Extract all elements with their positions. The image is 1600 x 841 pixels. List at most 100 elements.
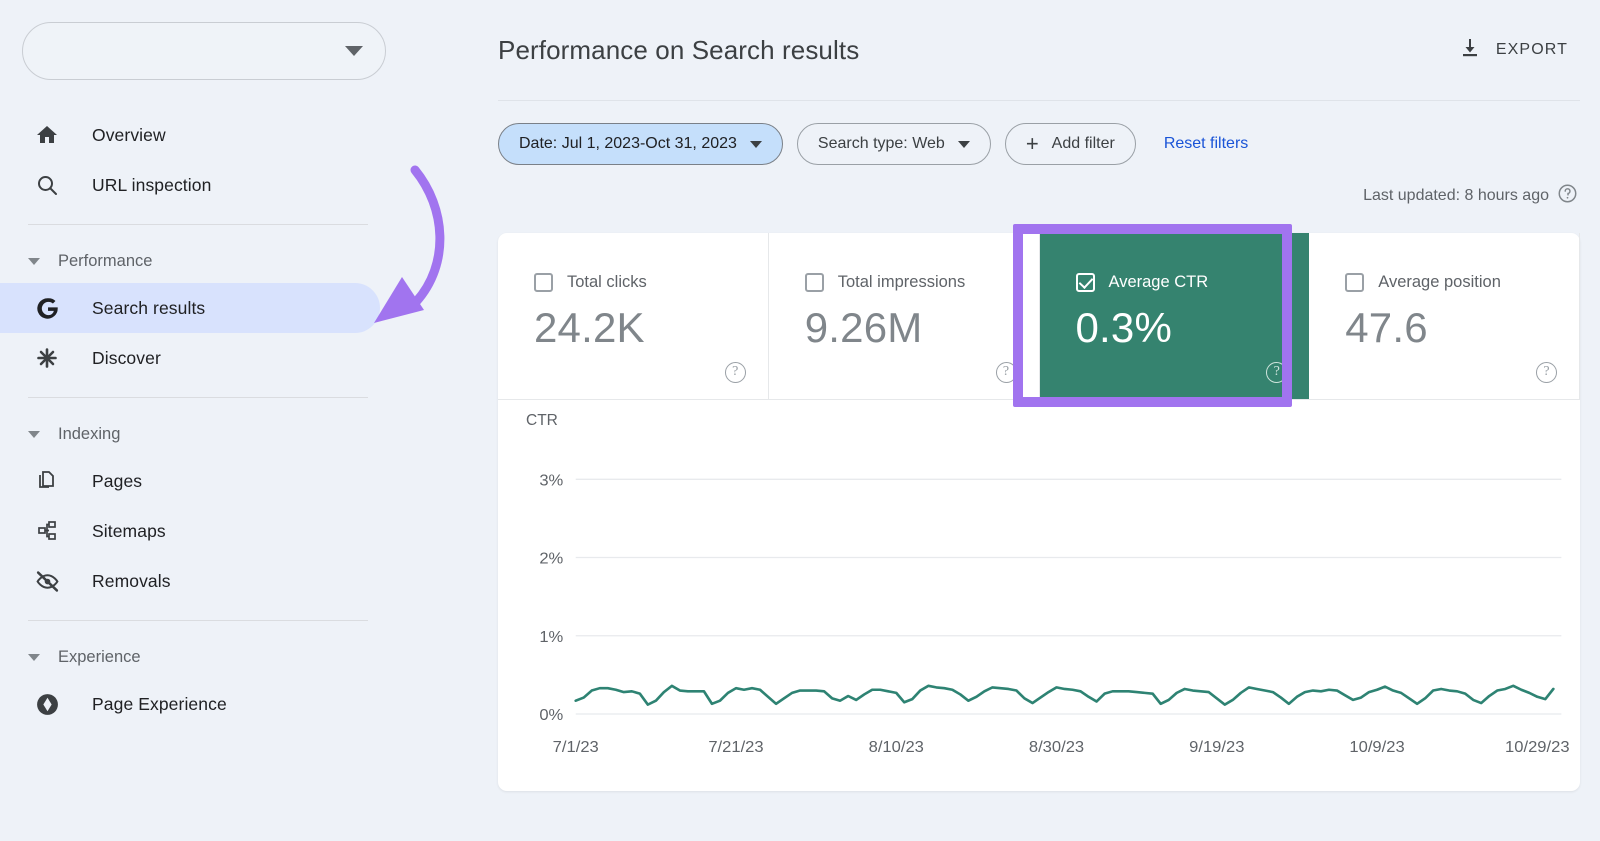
home-icon [34,122,60,148]
chart-y-tick-label: 0% [539,706,563,724]
help-icon[interactable]: ? [1536,362,1557,383]
chart-y-tick-label: 3% [539,472,563,490]
search-type-filter-chip[interactable]: Search type: Web [796,123,991,165]
sidebar-group-performance[interactable]: Performance [0,239,478,283]
main-header: Performance on Search results EXPORT [478,0,1600,100]
chart-x-tick-label: 10/29/23 [1505,738,1570,756]
metric-card-total-impressions[interactable]: Total impressions 9.26M ? [769,233,1040,399]
search-console-app: Overview URL inspection Performance Sear… [0,0,1600,841]
sidebar-item-search-results-label: Search results [92,297,206,318]
sidebar-item-sitemaps-label: Sitemaps [92,520,166,541]
property-selector[interactable] [22,22,386,80]
sidebar-item-pages[interactable]: Pages [0,456,380,506]
sidebar-item-overview-label: Overview [92,124,166,145]
sidebar-divider-1 [28,224,368,225]
chart-x-tick-label: 7/21/23 [708,738,763,756]
chart-x-tick-label: 9/19/23 [1189,738,1244,756]
total-impressions-checkbox[interactable] [804,273,824,292]
download-icon [1458,36,1482,65]
sidebar-item-removals[interactable]: Removals [0,556,380,606]
sidebar-group-experience[interactable]: Experience [0,635,478,679]
sidebar-group-indexing[interactable]: Indexing [0,412,478,456]
pages-icon [34,468,60,494]
sidebar-item-removals-label: Removals [92,570,171,591]
chart-y-axis-title: CTR [526,412,558,429]
help-icon[interactable]: ? [724,362,746,383]
help-icon[interactable] [1557,183,1578,209]
performance-data-card: Total clicks 24.2K ? Total impressions 9… [498,224,1580,792]
sidebar-item-overview[interactable]: Overview [0,110,380,160]
sidebar: Overview URL inspection Performance Sear… [0,0,478,841]
chevron-down-icon [345,46,363,56]
sidebar-item-discover[interactable]: Discover [0,333,380,383]
metric-head: Total clicks [534,273,768,292]
reset-filters-link[interactable]: Reset filters [1164,135,1248,153]
export-button[interactable]: EXPORT [1448,30,1578,71]
sidebar-item-pages-label: Pages [92,470,143,491]
chart-x-tick-label: 7/1/23 [553,738,599,756]
export-button-label: EXPORT [1495,41,1568,58]
metric-card-average-ctr-value: 0.3% [1075,304,1173,351]
last-updated-row: Last updated: 8 hours ago [478,165,1600,209]
sitemap-icon [34,518,60,544]
page-experience-icon [34,691,60,717]
chart-x-tick-label: 8/10/23 [869,738,924,756]
chart-canvas: 0% 1% 2% 3% 7/1/23 7/21/23 8/10/23 8/30/23 9/19/… [539,472,1570,756]
metric-card-average-ctr[interactable]: Average CTR 0.3% ? [1039,233,1310,399]
help-icon[interactable]: ? [995,362,1017,383]
chart-x-tick-label: 8/30/23 [1029,738,1084,756]
sidebar-item-url-inspection[interactable]: URL inspection [0,160,380,210]
chevron-down-icon [749,140,762,148]
chart-series-line [574,684,1555,706]
metric-card-average-ctr-label: Average CTR [1108,273,1209,291]
sidebar-group-experience-label: Experience [58,647,141,666]
metric-card-total-impressions-label: Total impressions [837,273,966,291]
date-filter-chip[interactable]: Date: Jul 1, 2023-Oct 31, 2023 [498,123,783,165]
help-icon[interactable]: ? [1266,362,1288,383]
sidebar-item-page-experience-label: Page Experience [92,693,227,714]
chart-x-tick-label: 10/9/23 [1349,738,1404,756]
chevron-down-icon [28,430,40,438]
eye-off-icon [34,568,60,594]
sidebar-divider-2 [28,397,368,398]
metric-card-total-clicks[interactable]: Total clicks 24.2K ? [498,233,769,399]
average-position-checkbox[interactable] [1345,273,1365,292]
metric-card-total-clicks-value: 24.2K [534,304,645,351]
average-ctr-checkbox[interactable] [1075,273,1095,292]
metric-card-total-clicks-label: Total clicks [567,273,647,291]
date-filter-chip-label: Date: Jul 1, 2023-Oct 31, 2023 [519,135,737,152]
plus-icon: + [1025,131,1039,156]
search-type-filter-chip-label: Search type: Web [817,135,945,152]
chart-y-tick-label: 1% [539,628,563,646]
page-title: Performance on Search results [498,34,860,65]
search-icon [34,172,60,198]
metric-head: Average position [1345,273,1579,292]
main-content: Performance on Search results EXPORT Dat… [478,0,1600,841]
chart-y-tick-label: 2% [539,550,563,568]
sidebar-group-performance-label: Performance [58,251,153,270]
chevron-down-icon [28,653,40,661]
sidebar-item-discover-label: Discover [92,347,161,368]
sidebar-item-sitemaps[interactable]: Sitemaps [0,506,380,556]
sidebar-item-url-inspection-label: URL inspection [92,174,212,195]
google-g-icon [34,295,60,321]
asterisk-icon [34,345,60,371]
chevron-down-icon [957,140,970,148]
total-clicks-checkbox[interactable] [534,273,553,292]
sidebar-group-indexing-label: Indexing [58,424,121,443]
sidebar-nav: Overview URL inspection Performance Sear… [0,110,478,729]
metric-head: Total impressions [804,273,1039,292]
metric-card-total-impressions-value: 9.26M [804,304,923,351]
sidebar-item-page-experience[interactable]: Page Experience [0,679,380,729]
ctr-line-chart: CTR 0% 1% 2% 3% 7/1/23 7/21/23 8/10/23 8/30/23 9… [498,400,1580,792]
metric-card-average-position[interactable]: Average position 47.6 ? [1309,233,1580,399]
metric-card-average-position-label: Average position [1378,273,1501,291]
add-filter-button-label: Add filter [1051,135,1115,152]
add-filter-button[interactable]: + Add filter [1004,123,1136,165]
metric-card-average-position-value: 47.6 [1345,304,1428,351]
sidebar-item-search-results[interactable]: Search results [0,283,380,333]
sidebar-divider-3 [28,620,368,621]
last-updated-text: Last updated: 8 hours ago [1363,187,1549,204]
metrics-row: Total clicks 24.2K ? Total impressions 9… [498,224,1580,407]
metric-head: Average CTR [1075,273,1310,292]
